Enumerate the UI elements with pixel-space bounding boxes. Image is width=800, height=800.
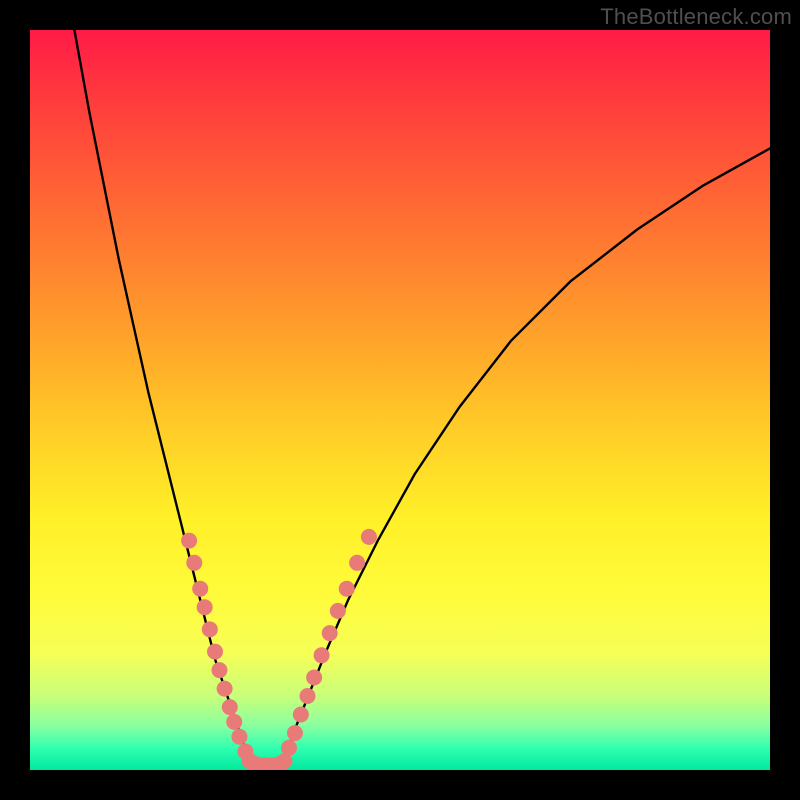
data-dot xyxy=(293,707,309,723)
data-dot xyxy=(349,555,365,571)
dots-layer xyxy=(181,529,377,770)
data-dot xyxy=(330,603,346,619)
data-dot xyxy=(192,581,208,597)
data-dot xyxy=(306,670,322,686)
watermark-text: TheBottleneck.com xyxy=(600,4,792,30)
data-dot xyxy=(211,662,227,678)
data-dot xyxy=(181,533,197,549)
data-dot xyxy=(197,599,213,615)
data-dot xyxy=(300,688,316,704)
data-dot xyxy=(322,625,338,641)
data-dot xyxy=(186,555,202,571)
chart-svg xyxy=(30,30,770,770)
data-dot xyxy=(339,581,355,597)
data-dot xyxy=(222,699,238,715)
chart-frame: TheBottleneck.com xyxy=(0,0,800,800)
data-dot xyxy=(361,529,377,545)
data-dot xyxy=(217,681,233,697)
plot-area xyxy=(30,30,770,770)
data-dot xyxy=(277,753,293,769)
data-dot xyxy=(207,644,223,660)
data-dot xyxy=(226,714,242,730)
curve-layer xyxy=(74,30,770,770)
bottleneck-curve xyxy=(74,30,770,770)
data-dot xyxy=(202,621,218,637)
data-dot xyxy=(287,725,303,741)
data-dot xyxy=(231,729,247,745)
data-dot xyxy=(314,647,330,663)
